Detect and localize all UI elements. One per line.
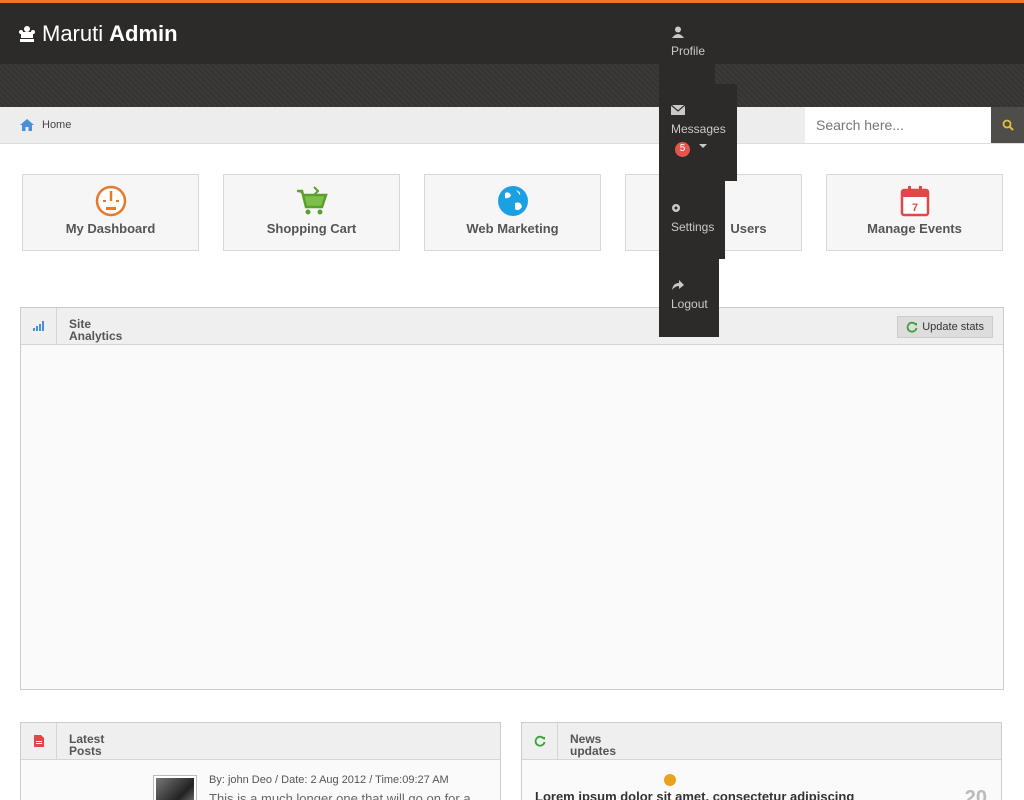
home-icon: [20, 119, 34, 131]
crown-icon: [19, 26, 35, 42]
post-meta: By: john Deo / Date: 2 Aug 2012 / Time:0…: [209, 774, 449, 786]
widget-title: News updates: [570, 732, 617, 758]
news-headline[interactable]: Lorem ipsum dolor sit amet, consectetur …: [535, 789, 854, 800]
messages-count-badge: 5: [675, 142, 690, 157]
nav-settings[interactable]: Settings: [659, 180, 725, 259]
globe-icon: [497, 186, 528, 216]
tile-manage-events[interactable]: 7 Manage Events: [826, 174, 1003, 251]
update-stats-button[interactable]: Update stats: [897, 316, 993, 338]
breadcrumb-home[interactable]: Home: [20, 119, 71, 131]
site-analytics-widget: Site Analytics Update stats: [20, 307, 1004, 690]
latest-posts-widget: Latest Posts By: john Deo / Date: 2 Aug …: [20, 722, 501, 800]
refresh-icon: [534, 735, 545, 747]
nav-profile-label: Profile: [671, 44, 706, 58]
widget-title-bar: Latest Posts: [21, 723, 500, 760]
speedometer-icon: [95, 185, 126, 217]
breadcrumb-home-label: Home: [42, 119, 72, 131]
search-button[interactable]: [991, 107, 1024, 143]
brand-name-bold: Admin: [109, 21, 178, 46]
gear-icon: [672, 204, 680, 212]
file-icon: [33, 735, 44, 747]
calendar-day: 7: [911, 202, 917, 214]
tile-shopping-cart[interactable]: Shopping Cart: [223, 174, 400, 251]
nav-settings-label: Settings: [671, 220, 715, 234]
tile-label: Web Marketing: [466, 221, 559, 236]
post-text: This is a much longer one that will go o…: [209, 791, 471, 800]
share-arrow-icon: [672, 280, 684, 290]
nav-logout-label: Logout: [671, 297, 708, 311]
widget-title: Site Analytics: [69, 317, 123, 343]
check-circle-icon: [664, 774, 676, 786]
nav-messages[interactable]: Messages 5: [659, 84, 737, 181]
signal-bars-icon: [32, 321, 44, 331]
tile-label: Shopping Cart: [266, 221, 357, 236]
search-input[interactable]: [805, 107, 991, 143]
news-updates-widget: News updates Lorem ipsum dolor sit amet,…: [521, 722, 1002, 800]
envelope-icon: [671, 104, 685, 115]
tile-label: My Dashboard: [65, 221, 156, 236]
search-icon: [1002, 119, 1014, 131]
widget-icon-cell: [21, 723, 57, 759]
widget-icon-cell: [21, 308, 57, 344]
caret-down-icon[interactable]: [699, 143, 708, 148]
tile-web-marketing[interactable]: Web Marketing: [424, 174, 601, 251]
user-icon: [672, 26, 684, 38]
post-thumbnail[interactable]: [153, 775, 197, 800]
nav-logout[interactable]: Logout: [659, 259, 719, 337]
brand-name-light: Maruti: [42, 21, 104, 46]
top-header: Maruti Admin: [0, 0, 1024, 64]
nav-messages-label: Messages: [671, 122, 726, 136]
tile-label: Manage Events: [867, 221, 962, 236]
nav-profile[interactable]: Profile: [659, 6, 715, 84]
refresh-icon: [906, 321, 918, 333]
cart-icon: [296, 186, 328, 215]
widget-icon-cell: [522, 723, 558, 759]
widget-title-bar: Site Analytics Update stats: [21, 308, 1003, 345]
widget-title: Latest Posts: [69, 732, 105, 758]
calendar-icon: 7: [900, 186, 929, 217]
textured-subheader: [0, 64, 1024, 107]
widget-title-bar: News updates: [522, 723, 1001, 760]
news-date: 20: [964, 787, 987, 800]
brand-logo[interactable]: Maruti Admin: [18, 21, 178, 47]
tile-my-dashboard[interactable]: My Dashboard: [22, 174, 199, 251]
